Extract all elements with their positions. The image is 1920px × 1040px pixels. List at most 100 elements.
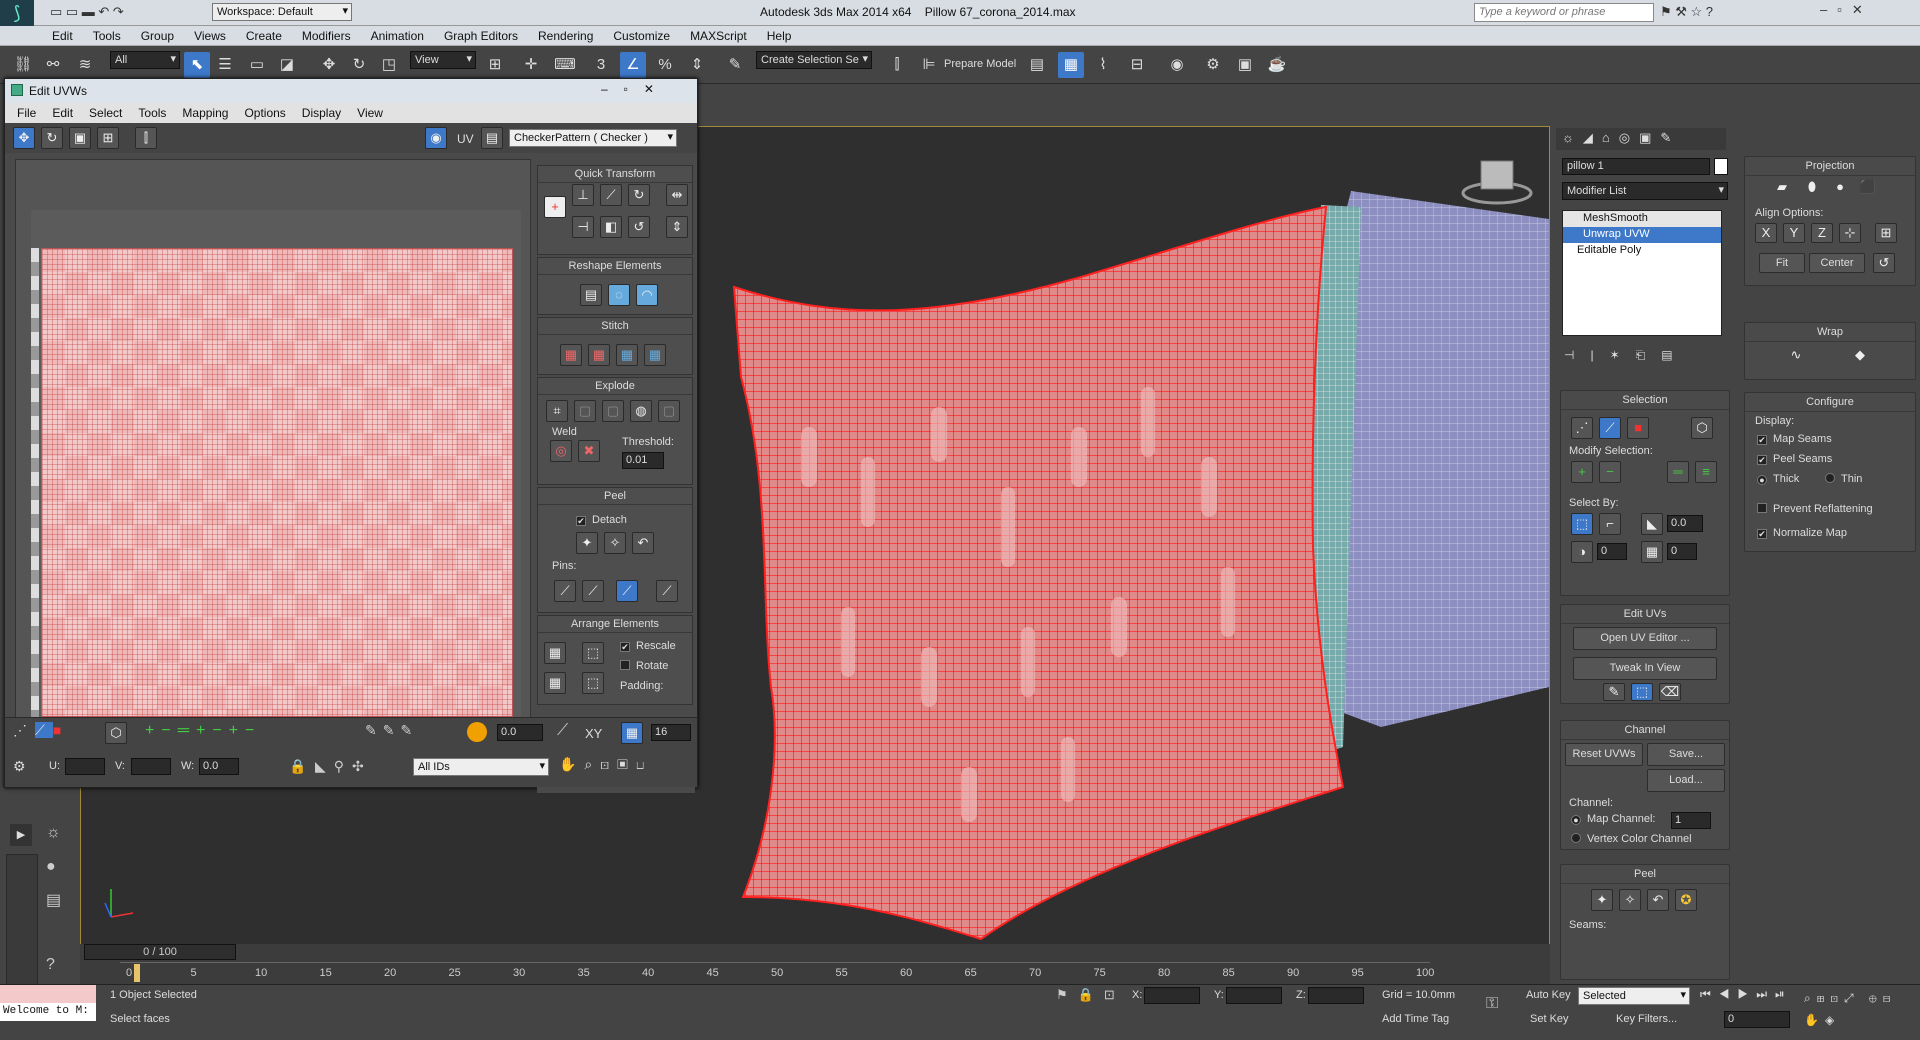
uv-menu-edit[interactable]: Edit	[44, 103, 81, 123]
mirror-icon[interactable]: ⫿	[884, 52, 910, 78]
break-icon[interactable]: ⌗	[546, 400, 568, 422]
reset-uvws-button[interactable]: Reset UVWs	[1565, 743, 1643, 766]
rect-region-icon[interactable]: ▭	[244, 52, 270, 78]
window-crossing-icon[interactable]: ◪	[274, 52, 300, 78]
menu-graph-editors[interactable]: Graph Editors	[434, 26, 528, 43]
explode-title[interactable]: Explode	[538, 378, 692, 395]
arrange-elements-title[interactable]: Arrange Elements	[538, 616, 692, 633]
rotate-icon[interactable]: ↻	[346, 52, 372, 78]
unfold-map-icon[interactable]: ◆	[1849, 345, 1871, 367]
key-icon[interactable]: ⚿	[1486, 995, 1498, 1013]
paint-tool-icon[interactable]: ⌫	[1659, 683, 1681, 701]
app-logo[interactable]: ⟆	[0, 0, 34, 26]
reshape-elements-title[interactable]: Reshape Elements	[538, 258, 692, 275]
light-icon[interactable]: ☼	[46, 824, 61, 842]
key-mode-dropdown[interactable]: Selected	[1578, 987, 1690, 1005]
space-vertical-icon[interactable]: ⇕	[666, 216, 688, 238]
nav-controls[interactable]: ⌕⊞⊡⤢ ⊕⊟✋◈	[1804, 987, 1914, 1031]
select-object-icon[interactable]: ⬉	[184, 52, 210, 78]
time-slider-thumb[interactable]	[134, 964, 140, 982]
space-horizontal-icon[interactable]: ⇹	[666, 184, 688, 206]
shrink-selection-icon[interactable]: −	[1599, 461, 1621, 483]
align-z-button[interactable]: Z	[1811, 223, 1833, 243]
y-coord-field[interactable]	[1226, 987, 1282, 1004]
pin-tool-icon[interactable]: ✎	[1603, 683, 1625, 701]
graphite-ribbon-icon[interactable]: ▦	[1058, 52, 1084, 78]
edge-select-icon[interactable]: ⟋	[1599, 417, 1621, 439]
menu-group[interactable]: Group	[131, 26, 184, 43]
layer-manager-icon[interactable]: ▤	[1024, 52, 1050, 78]
peel-rollout-title[interactable]: Peel	[1561, 865, 1729, 884]
quick-access-icons[interactable]: ▭ ▭ ▬ ↶ ↷	[50, 4, 124, 20]
menu-rendering[interactable]: Rendering	[528, 26, 603, 43]
uv-grow-shrink-icons[interactable]: +−═+−+−	[145, 722, 261, 740]
playback-controls[interactable]: ⏮◀▶⏭⏯	[1700, 987, 1793, 1002]
set-key-button[interactable]: Set Key	[1530, 1013, 1569, 1025]
stitch-settings-icon[interactable]: ▦	[644, 344, 666, 366]
peel-seams-checkbox[interactable]: ✔ Peel Seams	[1757, 453, 1832, 465]
open-uv-editor-button[interactable]: Open UV Editor ...	[1573, 627, 1717, 650]
menu-animation[interactable]: Animation	[361, 26, 434, 43]
v-field[interactable]	[131, 758, 171, 775]
straighten-selection-icon[interactable]: ▤	[580, 284, 602, 306]
search-input[interactable]: Type a keyword or phrase	[1474, 3, 1654, 22]
menu-tools[interactable]: Tools	[83, 26, 131, 43]
thick-radio[interactable]: ● Thick	[1757, 473, 1799, 485]
menu-edit[interactable]: Edit	[42, 26, 83, 43]
uv-nav-icons[interactable]: ✋⌕⊡▣⊔	[559, 756, 652, 773]
absolute-offset-icon[interactable]: ⚙	[13, 758, 26, 775]
pack-together-icon[interactable]: ▦	[544, 672, 566, 694]
uv-menu-mapping[interactable]: Mapping	[174, 103, 236, 123]
reset-peel-icon[interactable]: ↶	[1647, 889, 1669, 911]
select-by-matid-icon[interactable]: ▦	[1641, 541, 1663, 563]
align-vertical-icon[interactable]: ⊣	[572, 216, 594, 238]
object-color-swatch[interactable]	[1714, 158, 1728, 175]
stack-item-meshsmooth[interactable]: MeshSmooth	[1563, 211, 1721, 227]
edit-named-sets-icon[interactable]: ✎	[722, 52, 748, 78]
quick-transform-title[interactable]: Quick Transform	[538, 166, 692, 183]
uv-menu-options[interactable]: Options	[236, 103, 293, 123]
selection-filter-dropdown[interactable]: All	[110, 51, 180, 69]
peel-uv-title[interactable]: Peel	[538, 488, 692, 505]
flatten-icon[interactable]: ▢	[574, 400, 596, 422]
face-select-icon[interactable]: ■	[1627, 417, 1649, 439]
status-icons[interactable]: ⚑🔒⊡	[1056, 987, 1125, 1003]
reset-peel-uv-icon[interactable]: ↶	[632, 532, 654, 554]
move-icon[interactable]: ✥	[316, 52, 342, 78]
soft-selection-icon[interactable]	[467, 722, 487, 742]
align-x-button[interactable]: X	[1755, 223, 1777, 243]
uv-menu-select[interactable]: Select	[81, 103, 130, 123]
explode-extra-icon[interactable]: ▢	[658, 400, 680, 422]
fit-button[interactable]: Fit	[1759, 253, 1805, 273]
map-seams-checkbox[interactable]: ✔ Map Seams	[1757, 433, 1832, 445]
grid-size-spinner[interactable]: 16	[651, 724, 691, 741]
center-button[interactable]: Center	[1809, 253, 1865, 273]
explode-settings-icon[interactable]: ◍	[630, 400, 652, 422]
select-manipulate-icon[interactable]: ✛	[518, 52, 544, 78]
snap-toggle-icon[interactable]: 3	[588, 52, 614, 78]
weld-selected-icon[interactable]: ✖	[578, 440, 600, 462]
stack-item-editable-poly[interactable]: Editable Poly	[1563, 243, 1721, 259]
selection-rollout-title[interactable]: Selection	[1561, 391, 1729, 410]
uv-menu-display[interactable]: Display	[294, 103, 349, 123]
rotate-ccw-icon[interactable]: ↺	[628, 216, 650, 238]
current-frame-field[interactable]: 0	[1724, 1011, 1790, 1028]
select-by-element-icon[interactable]: ⬚	[1571, 513, 1593, 535]
vertex-select-icon[interactable]: ⋰	[1571, 417, 1593, 439]
view-align-icon[interactable]: ⊞	[1875, 223, 1897, 243]
align-y-button[interactable]: Y	[1783, 223, 1805, 243]
render-production-icon[interactable]: ☕	[1264, 52, 1290, 78]
stitch-average-icon[interactable]: ▦	[588, 344, 610, 366]
menu-create[interactable]: Create	[236, 26, 292, 43]
select-element-uv-icon[interactable]: ⬡	[105, 722, 127, 744]
layers-icon[interactable]: ▤	[46, 890, 61, 910]
sphere-icon[interactable]: ●	[46, 858, 56, 876]
element-select-icon[interactable]: ⬡	[1691, 417, 1713, 439]
tweak-tool-icon[interactable]: ⬚	[1631, 683, 1653, 701]
configure-rollout-title[interactable]: Configure	[1745, 393, 1915, 412]
scale-icon[interactable]: ◳	[376, 52, 402, 78]
map-channel-radio[interactable]: ● Map Channel:	[1571, 813, 1656, 825]
uv-display-icon[interactable]: ◉	[425, 127, 447, 149]
detach-checkbox[interactable]: ✔ Detach	[576, 514, 627, 526]
stack-tools[interactable]: ⊣|✶⎗▤	[1564, 348, 1728, 363]
